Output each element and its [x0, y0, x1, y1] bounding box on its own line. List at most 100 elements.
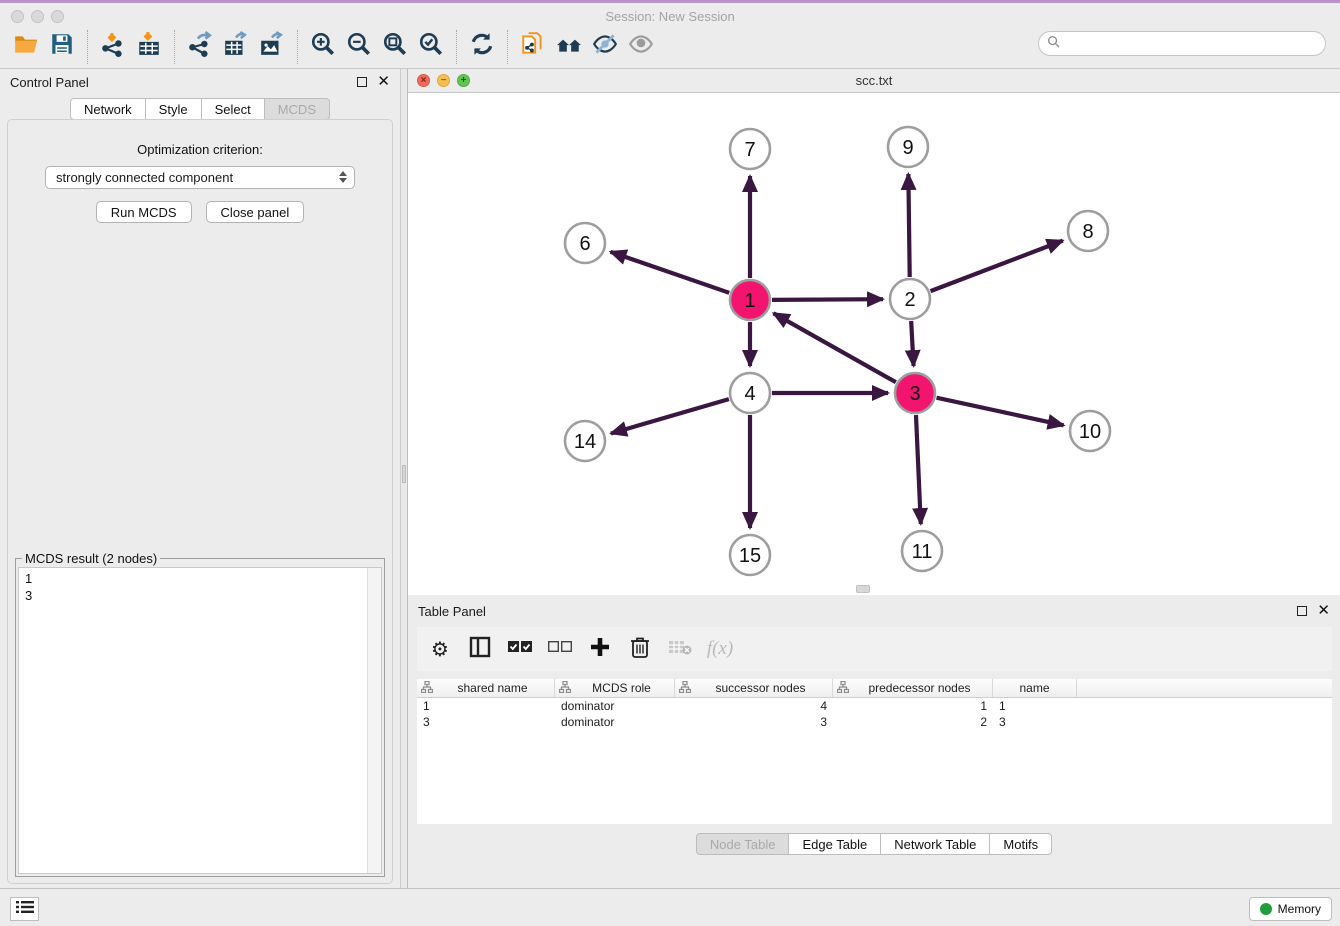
result-scrollbar[interactable] — [367, 568, 381, 873]
hierarchy-icon — [679, 681, 693, 696]
table-cell: 2 — [833, 715, 993, 729]
control-panel: Control Panel ✕ NetworkStyleSelectMCDS O… — [0, 69, 400, 888]
open-file-button[interactable] — [8, 30, 44, 64]
search-field[interactable] — [1038, 31, 1326, 56]
status-bar: Memory — [0, 888, 1340, 926]
save-floppy-icon — [49, 31, 75, 62]
tab-network[interactable]: Network — [70, 98, 146, 120]
mcds-result-group: MCDS result (2 nodes) 1 3 — [15, 558, 385, 877]
run-mcds-button[interactable]: Run MCDS — [96, 201, 192, 223]
tab-select[interactable]: Select — [202, 98, 265, 120]
first-neighbors-icon — [556, 31, 582, 62]
tab-edge-table[interactable]: Edge Table — [789, 833, 881, 855]
zoom-selected-icon — [418, 31, 444, 62]
table-settings-button[interactable]: ⚙ — [427, 636, 453, 662]
search-input[interactable] — [1065, 37, 1305, 51]
edge-1-2[interactable] — [772, 299, 883, 300]
tab-style[interactable]: Style — [146, 98, 202, 120]
panel-splitter[interactable] — [400, 69, 408, 888]
select-all-columns-button[interactable] — [507, 636, 533, 662]
show-all-button[interactable] — [623, 30, 659, 64]
export-network-button[interactable] — [182, 30, 218, 64]
tab-mcds[interactable]: MCDS — [265, 98, 330, 120]
tab-motifs[interactable]: Motifs — [990, 833, 1052, 855]
table-cell: 4 — [675, 699, 833, 713]
table-panel-header: Table Panel ✕ — [408, 598, 1340, 624]
splitter-grip[interactable] — [402, 465, 406, 483]
table-row[interactable]: 3dominator323 — [417, 714, 1332, 730]
zoom-fit-icon — [382, 31, 408, 62]
column-header-label: shared name — [435, 681, 550, 695]
column-header-successor-nodes[interactable]: successor nodes — [675, 679, 833, 697]
edge-3-1[interactable] — [774, 313, 896, 382]
mcds-result-values: 1 3 — [19, 568, 381, 606]
mcds-result-textarea[interactable]: 1 3 — [18, 567, 382, 874]
memory-button[interactable]: Memory — [1249, 897, 1332, 921]
column-header-shared-name[interactable]: shared name — [417, 679, 555, 697]
edge-4-14[interactable] — [611, 399, 729, 433]
import-table-icon — [136, 31, 162, 62]
selected-option: strongly connected component — [56, 170, 233, 185]
network-canvas[interactable]: 7968124314101511 — [408, 93, 1340, 595]
delete-table-button[interactable] — [667, 636, 693, 662]
new-network-from-selection-button[interactable] — [515, 30, 551, 64]
float-panel-icon[interactable] — [1297, 606, 1307, 616]
hierarchy-icon — [837, 681, 851, 696]
table-panel-title: Table Panel — [418, 604, 486, 619]
node-label: 2 — [904, 289, 915, 311]
close-panel-icon[interactable]: ✕ — [1317, 606, 1330, 616]
gear-icon: ⚙ — [431, 637, 449, 661]
edge-2-9[interactable] — [908, 174, 909, 277]
table-cell: dominator — [555, 699, 675, 713]
network-graph[interactable]: 7968124314101511 — [408, 93, 1340, 595]
zoom-out-button[interactable] — [341, 30, 377, 64]
table-type-tabs: Node TableEdge TableNetwork TableMotifs — [408, 833, 1340, 855]
edge-3-11[interactable] — [916, 415, 921, 524]
function-builder-button[interactable]: f(x) — [707, 636, 733, 662]
close-panel-button[interactable]: Close panel — [206, 201, 305, 223]
column-header-MCDS-role[interactable]: MCDS role — [555, 679, 675, 697]
import-network-icon — [100, 31, 126, 62]
close-panel-icon[interactable]: ✕ — [377, 77, 390, 87]
task-history-button[interactable] — [10, 897, 39, 921]
edge-3-10[interactable] — [936, 398, 1063, 426]
zoom-in-icon — [310, 31, 336, 62]
zoom-fit-button[interactable] — [377, 30, 413, 64]
add-column-button[interactable] — [587, 636, 613, 662]
column-header-name[interactable]: name — [993, 679, 1077, 697]
zoom-selected-button[interactable] — [413, 30, 449, 64]
column-header-label: successor nodes — [693, 681, 828, 695]
edge-2-8[interactable] — [931, 241, 1063, 292]
memory-status-dot — [1260, 903, 1272, 915]
column-header-label: predecessor nodes — [851, 681, 988, 695]
canvas-scroll-grip[interactable] — [856, 585, 870, 593]
hide-selected-button[interactable] — [587, 30, 623, 64]
export-table-button[interactable] — [218, 30, 254, 64]
tab-network-table[interactable]: Network Table — [881, 833, 990, 855]
column-header-label: name — [997, 681, 1072, 695]
edge-2-3[interactable] — [911, 321, 913, 366]
memory-label: Memory — [1278, 902, 1321, 916]
float-panel-icon[interactable] — [357, 77, 367, 87]
zoom-in-button[interactable] — [305, 30, 341, 64]
edge-1-6[interactable] — [611, 252, 730, 293]
export-image-button[interactable] — [254, 30, 290, 64]
import-table-button[interactable] — [131, 30, 167, 64]
table-body: 1dominator4113dominator323 — [417, 698, 1332, 730]
save-session-button[interactable] — [44, 30, 80, 64]
delete-column-button[interactable] — [627, 636, 653, 662]
import-network-button[interactable] — [95, 30, 131, 64]
hierarchy-icon — [421, 681, 435, 696]
optimization-criterion-select[interactable]: strongly connected component — [45, 166, 355, 189]
table-row[interactable]: 1dominator411 — [417, 698, 1332, 714]
refresh-layout-button[interactable] — [464, 30, 500, 64]
table-header-row: shared name MCDS role successor nodes prede… — [417, 679, 1332, 698]
column-header-predecessor-nodes[interactable]: predecessor nodes — [833, 679, 993, 697]
deselect-all-columns-button[interactable] — [547, 636, 573, 662]
column-layout-button[interactable] — [467, 636, 493, 662]
checked-boxes-icon — [508, 640, 532, 659]
tab-node-table[interactable]: Node Table — [696, 833, 790, 855]
export-image-icon — [259, 31, 285, 62]
first-neighbors-button[interactable] — [551, 30, 587, 64]
node-label: 14 — [574, 431, 596, 453]
